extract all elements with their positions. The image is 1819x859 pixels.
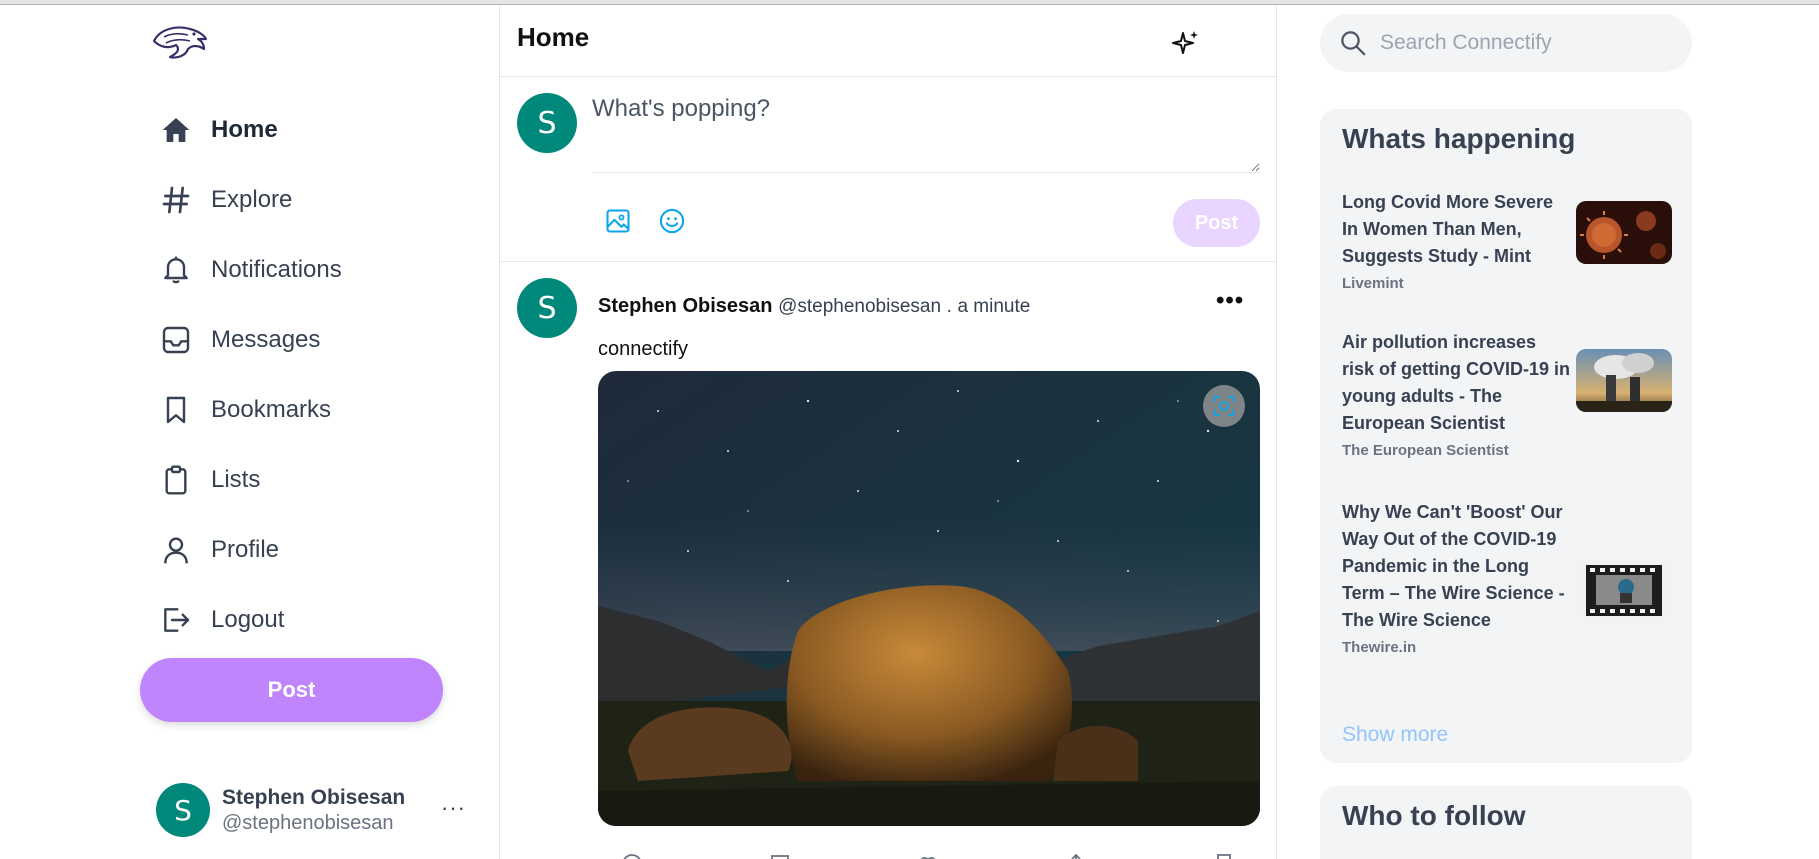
comment-icon[interactable] (620, 852, 644, 859)
nav-item-profile[interactable]: Profile (155, 515, 455, 585)
image-upload-icon[interactable] (602, 205, 634, 237)
account-switcher[interactable]: S Stephen Obisesan @stephenobisesan ··· (156, 779, 476, 841)
bookmark-post-icon[interactable] (1212, 852, 1236, 859)
main-nav: Home Explore Notifications Messages Book… (155, 95, 455, 655)
post-actions (598, 852, 1260, 859)
post-separator: . (946, 296, 952, 317)
news-source: Thewire.in (1342, 639, 1417, 656)
panel-title: Who to follow (1342, 800, 1526, 831)
avatar[interactable]: S (517, 278, 577, 338)
heart-icon[interactable] (916, 852, 940, 859)
clipboard-icon (155, 459, 197, 501)
nav-label: Logout (211, 606, 285, 633)
hashtag-icon (155, 179, 197, 221)
film-strip-image-icon (1576, 559, 1672, 622)
sparkle-icon[interactable] (1170, 27, 1202, 59)
show-more-link[interactable]: Show more (1342, 723, 1448, 747)
left-sidebar: Home Explore Notifications Messages Book… (0, 5, 500, 859)
compose-textarea[interactable] (592, 95, 1260, 173)
main-feed: Home S Post S Stephen Obisesan @stepheno… (500, 5, 1277, 859)
news-source: The European Scientist (1342, 442, 1509, 459)
account-text: Stephen Obisesan @stephenobisesan (222, 786, 405, 835)
avatar: S (517, 93, 577, 153)
nav-item-lists[interactable]: Lists (155, 445, 455, 515)
smokestack-image-icon (1576, 349, 1672, 412)
nav-label: Profile (211, 536, 280, 563)
panel-title: Whats happening (1342, 123, 1576, 154)
post-author[interactable]: Stephen Obisesan (598, 295, 773, 317)
feed-header: Home (500, 5, 1276, 77)
repost-icon[interactable] (768, 852, 792, 859)
search-bar[interactable] (1320, 14, 1692, 72)
post-item: S Stephen Obisesan @stephenobisesan . a … (500, 262, 1276, 859)
nav-label: Home (211, 116, 278, 143)
nav-item-bookmarks[interactable]: Bookmarks (155, 375, 455, 445)
search-icon (1338, 28, 1368, 58)
share-icon[interactable] (1064, 852, 1088, 859)
compose-post-button[interactable]: Post (1173, 199, 1260, 247)
sidebar-post-button[interactable]: Post (140, 658, 443, 722)
news-title: Long Covid More Severe In Women Than Men… (1342, 192, 1554, 266)
nav-label: Bookmarks (211, 396, 332, 423)
search-input[interactable] (1380, 31, 1670, 55)
news-item[interactable]: Long Covid More Severe In Women Than Men… (1342, 189, 1682, 292)
user-icon (155, 529, 197, 571)
news-title: Air pollution increases risk of getting … (1342, 332, 1571, 433)
nav-item-logout[interactable]: Logout (155, 585, 455, 655)
more-options-icon[interactable]: ··· (441, 795, 466, 821)
who-to-follow-panel: Who to follow (1320, 786, 1692, 859)
logout-icon (155, 599, 197, 641)
nav-item-messages[interactable]: Messages (155, 305, 455, 375)
post-text: connectify (598, 338, 689, 360)
news-title: Why We Can't 'Boost' Our Way Out of the … (1342, 502, 1565, 630)
inbox-icon (155, 319, 197, 361)
bell-icon (155, 249, 197, 291)
post-timestamp: a minute (957, 296, 1031, 317)
virus-image-icon (1576, 201, 1672, 264)
nav-item-notifications[interactable]: Notifications (155, 235, 455, 305)
nav-label: Notifications (211, 256, 342, 283)
news-source: Livemint (1342, 275, 1404, 292)
news-item[interactable]: Air pollution increases risk of getting … (1342, 329, 1682, 459)
right-sidebar: Whats happening Long Covid More Severe I… (1277, 5, 1819, 859)
whats-happening-panel: Whats happening Long Covid More Severe I… (1320, 109, 1692, 763)
emoji-icon[interactable] (656, 205, 688, 237)
eagle-logo-icon[interactable] (150, 23, 210, 63)
avatar: S (156, 783, 210, 837)
home-icon (155, 109, 197, 151)
post-image[interactable] (598, 371, 1260, 826)
post-composer: S Post (500, 77, 1276, 262)
post-more-options-icon[interactable]: ••• (1216, 287, 1244, 315)
nav-item-explore[interactable]: Explore (155, 165, 455, 235)
nav-item-home[interactable]: Home (155, 95, 455, 165)
image-scan-icon[interactable] (1203, 385, 1245, 427)
page-title: Home (517, 22, 590, 52)
account-handle: @stephenobisesan (222, 811, 394, 834)
post-header: Stephen Obisesan @stephenobisesan . a mi… (598, 295, 1030, 318)
bookmark-icon (155, 389, 197, 431)
nav-label: Messages (211, 326, 321, 353)
post-handle: @stephenobisesan (778, 296, 942, 317)
nav-label: Lists (211, 466, 261, 493)
nav-label: Explore (211, 186, 293, 213)
news-item[interactable]: Why We Can't 'Boost' Our Way Out of the … (1342, 499, 1682, 656)
account-name: Stephen Obisesan (222, 785, 406, 809)
